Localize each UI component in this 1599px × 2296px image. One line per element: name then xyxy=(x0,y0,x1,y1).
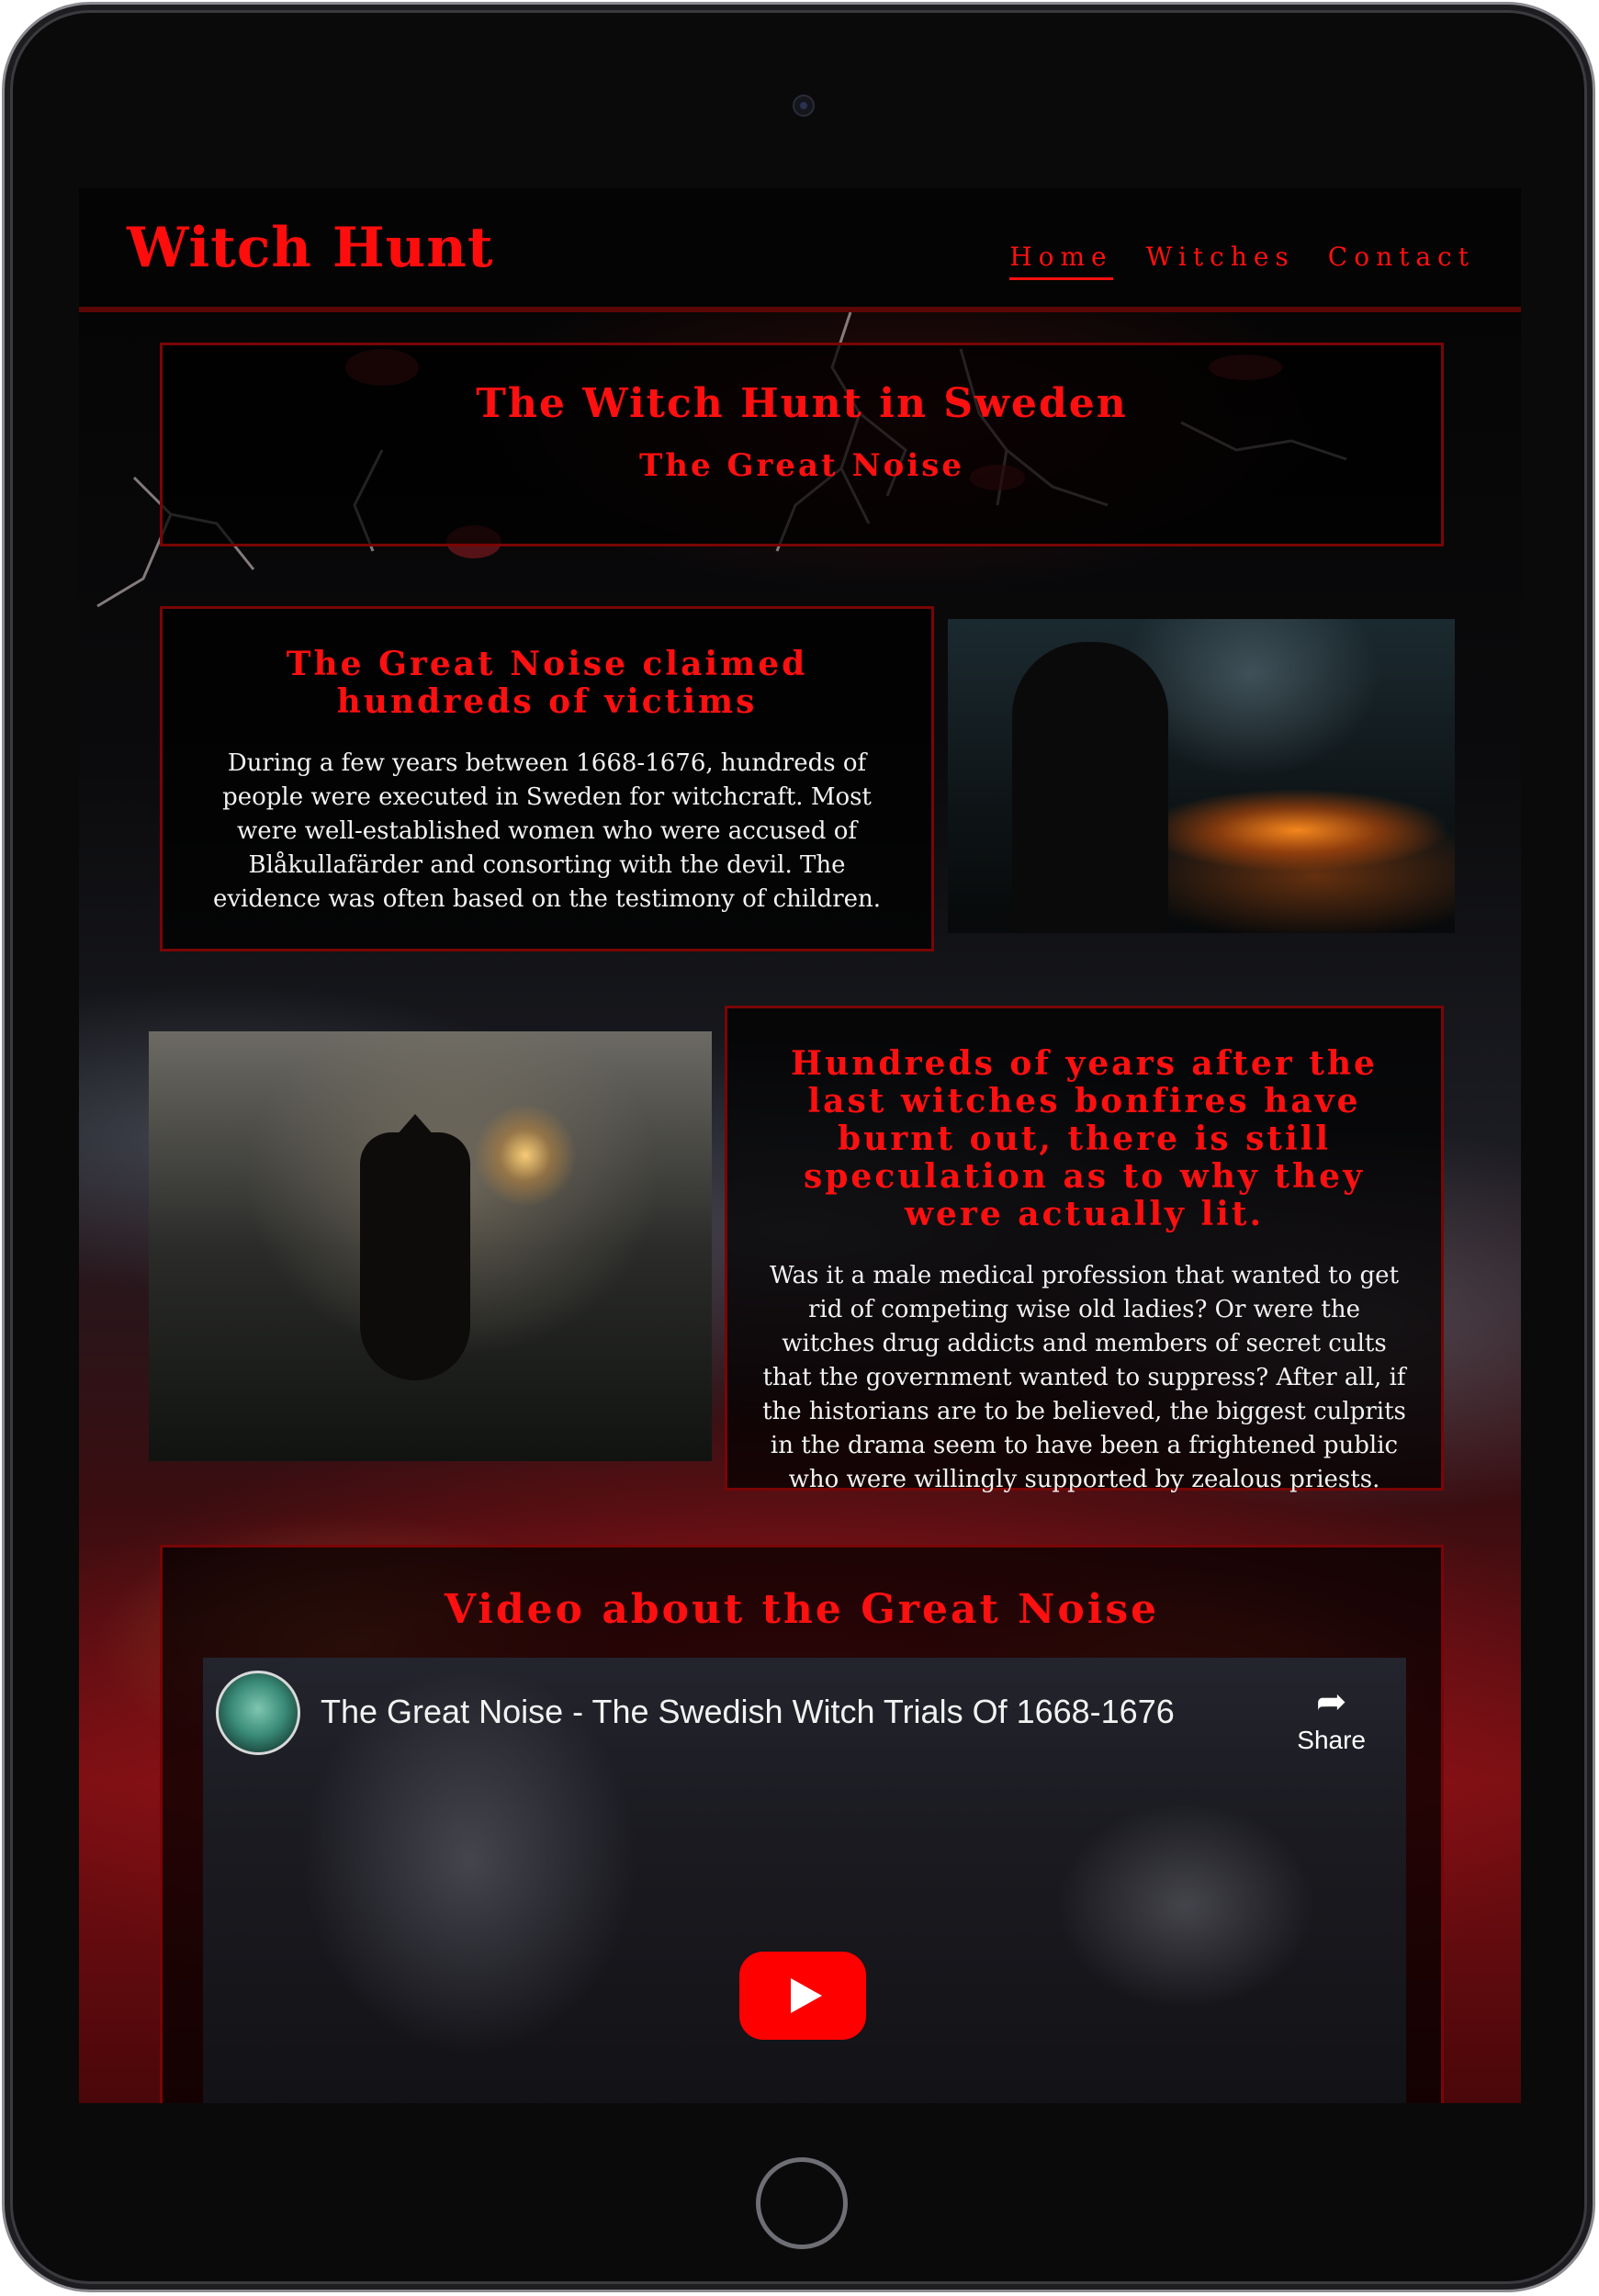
hero-title: The Witch Hunt in Sweden xyxy=(476,380,1128,427)
card-text: During a few years between 1668-1676, hu… xyxy=(212,749,882,913)
witch-silhouette xyxy=(360,1132,470,1380)
share-label: Share xyxy=(1297,1726,1366,1754)
navbar: Witch Hunt Home Witches Contact xyxy=(79,188,1521,312)
front-camera xyxy=(793,95,815,117)
nav-link-witches[interactable]: Witches xyxy=(1146,242,1295,280)
share-arrow-icon: ➦ xyxy=(1315,1682,1347,1722)
hooded-figure-candles-image xyxy=(948,619,1455,933)
hero-banner: The Witch Hunt in Sweden The Great Noise xyxy=(160,343,1444,546)
nav-link-contact[interactable]: Contact xyxy=(1328,242,1475,280)
hero-subtitle: The Great Noise xyxy=(638,447,965,484)
nav-menu: Home Witches Contact xyxy=(1009,242,1475,280)
info-card-victims: The Great Noise claimed hundreds of vict… xyxy=(160,606,934,951)
video-section-heading: Video about the Great Noise xyxy=(444,1586,1160,1633)
video-section: Video about the Great Noise The Great No… xyxy=(160,1545,1444,2103)
brand-logo[interactable]: Witch Hunt xyxy=(127,216,494,280)
screen: Witch Hunt Home Witches Contact The Witc… xyxy=(79,188,1521,2103)
video-title[interactable]: The Great Noise - The Swedish Witch Tria… xyxy=(321,1693,1175,1731)
info-card-speculation: Hundreds of years after the last witches… xyxy=(725,1006,1444,1493)
home-button[interactable] xyxy=(756,2157,848,2249)
hooded-figure xyxy=(1012,642,1168,933)
channel-avatar[interactable] xyxy=(216,1671,300,1755)
youtube-embed[interactable]: The Great Noise - The Swedish Witch Tria… xyxy=(203,1658,1406,2103)
nav-link-home[interactable]: Home xyxy=(1009,242,1113,280)
card-text: Was it a male medical profession that wa… xyxy=(762,1262,1406,1493)
share-button[interactable]: ➦ Share xyxy=(1297,1682,1366,1755)
card-heading: Hundreds of years after the last witches… xyxy=(791,1044,1378,1233)
witch-in-forest-image xyxy=(149,1031,712,1461)
card-heading: The Great Noise claimed hundreds of vict… xyxy=(286,645,808,721)
youtube-play-icon[interactable] xyxy=(739,1952,866,2040)
